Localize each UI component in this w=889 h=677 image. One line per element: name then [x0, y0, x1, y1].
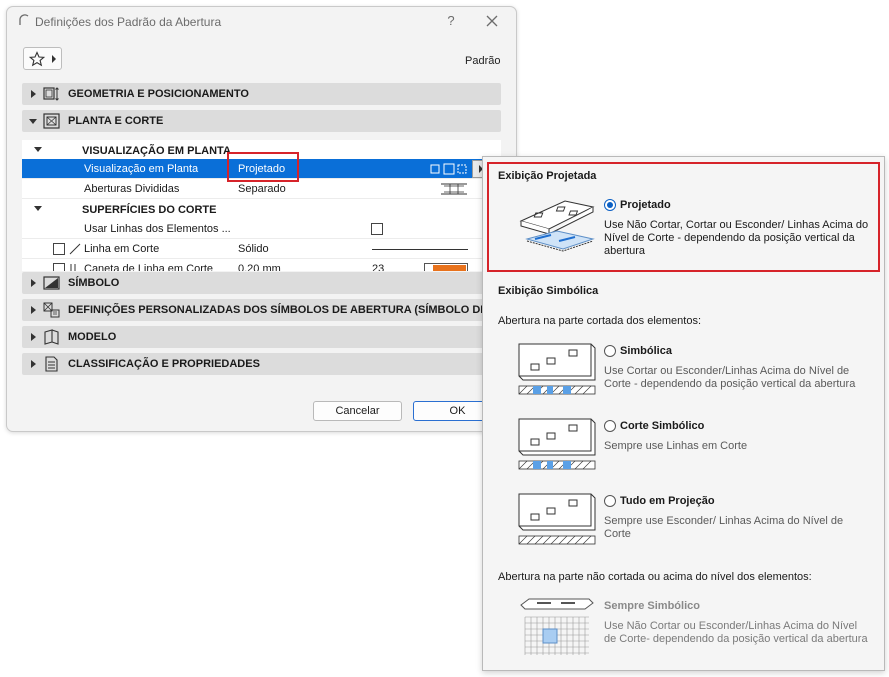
- chevron-right-icon: [31, 333, 36, 341]
- symbolic-thumbnail-icon: [518, 343, 596, 395]
- symbolic-description: Use Cortar ou Esconder/Linhas Acima do N…: [604, 365, 856, 390]
- row-value[interactable]: Separado: [238, 183, 286, 195]
- line-type-icon: [69, 243, 81, 255]
- symbolic-option-label: Simbólica: [620, 345, 672, 357]
- row-value[interactable]: 0,20 mm: [238, 263, 281, 271]
- star-icon: [29, 51, 45, 67]
- radio-symbolic[interactable]: [604, 345, 616, 357]
- row-divided-openings[interactable]: Aberturas Divididas Separado: [22, 179, 492, 199]
- section-label: MODELO: [68, 331, 117, 343]
- symbol-icon: [43, 276, 60, 290]
- section-symbol[interactable]: SÍMBOLO: [22, 272, 501, 294]
- chevron-down-icon: [34, 147, 42, 152]
- radio-all-projection[interactable]: [604, 495, 616, 507]
- row-cut-line-pen[interactable]: Caneta de Linha em Corte 0,20 mm 23: [22, 259, 492, 271]
- plan-icon: [43, 113, 60, 129]
- chevron-right-icon: [31, 360, 36, 368]
- section-label: SÍMBOLO: [68, 277, 120, 289]
- all-projection-description: Sempre use Esconder/ Linhas Acima do Nív…: [604, 515, 844, 540]
- dialog-title: Definições dos Padrão da Abertura: [35, 15, 222, 29]
- radio-symbolic-cut[interactable]: [604, 420, 616, 432]
- favorites-button[interactable]: [23, 47, 62, 70]
- use-element-lines-checkbox[interactable]: [371, 223, 383, 235]
- all-projection-thumbnail-icon: [518, 493, 596, 545]
- display-options-popup: Exibição Projetada Projetado Use Não Cor…: [482, 156, 885, 671]
- projected-highlight-box: [487, 162, 880, 272]
- row-key: Caneta de Linha em Corte: [84, 263, 214, 271]
- chevron-down-icon: [34, 206, 42, 211]
- projected-display-icon: [430, 163, 467, 175]
- model-icon: [44, 329, 59, 345]
- chevron-right-icon: [31, 90, 36, 98]
- highlight-box: [227, 152, 299, 182]
- group-cut-surfaces[interactable]: SUPERFÍCIES DO CORTE: [22, 199, 492, 219]
- always-symbolic-label: Sempre Simbólico: [604, 600, 700, 612]
- cut-part-label: Abertura na parte cortada dos elementos:: [498, 315, 702, 327]
- uncut-part-label: Abertura na parte não cortada ou acima d…: [498, 571, 812, 583]
- row-use-element-lines[interactable]: Usar Linhas dos Elementos ...: [22, 219, 492, 239]
- chevron-right-icon: [52, 55, 56, 63]
- door-opening-icon: [19, 14, 29, 25]
- group-label: VISUALIZAÇÃO EM PLANTA: [82, 145, 231, 157]
- section-label: PLANTA E CORTE: [68, 115, 164, 127]
- cancel-button[interactable]: Cancelar: [313, 401, 402, 421]
- cut-line-pen-checkbox[interactable]: [53, 263, 65, 271]
- chevron-right-icon: [31, 306, 36, 314]
- section-geometry[interactable]: GEOMETRIA E POSICIONAMENTO: [22, 83, 501, 105]
- help-button[interactable]: ?: [444, 13, 458, 29]
- always-symbolic-description: Use Não Cortar ou Esconder/Linhas Acima …: [604, 620, 868, 645]
- row-key: Usar Linhas dos Elementos ...: [84, 223, 231, 235]
- cut-line-checkbox[interactable]: [53, 243, 65, 255]
- row-key: Aberturas Divididas: [84, 183, 180, 195]
- custom-settings-icon: [43, 302, 60, 318]
- section-label: GEOMETRIA E POSICIONAMENTO: [68, 88, 249, 100]
- pen-color-swatch[interactable]: [424, 263, 468, 271]
- row-cut-line[interactable]: Linha em Corte Sólido: [22, 239, 492, 259]
- always-symbolic-thumbnail-icon: [520, 598, 594, 655]
- section-plan-and-section[interactable]: PLANTA E CORTE: [22, 110, 501, 132]
- section-model[interactable]: MODELO: [22, 326, 501, 348]
- pen-color-fill: [433, 265, 466, 271]
- divided-openings-icon: [441, 183, 467, 195]
- row-key: Linha em Corte: [84, 243, 160, 255]
- chevron-right-icon: [31, 279, 36, 287]
- solid-line-preview: [372, 249, 468, 250]
- symbolic-cut-thumbnail-icon: [518, 418, 596, 470]
- section-classification[interactable]: CLASSIFICAÇÃO E PROPRIEDADES: [22, 353, 501, 375]
- settings-dialog: Definições dos Padrão da Abertura ? Padr…: [6, 6, 517, 432]
- section-custom-symbols[interactable]: DEFINIÇÕES PERSONALIZADAS DOS SÍMBOLOS D…: [22, 299, 507, 321]
- group-label: SUPERFÍCIES DO CORTE: [82, 204, 217, 216]
- row-key: Visualização em Planta: [84, 163, 199, 175]
- symbolic-cut-description: Sempre use Linhas em Corte: [604, 440, 748, 452]
- row-value[interactable]: Sólido: [238, 243, 269, 255]
- favorites-label: Padrão: [465, 55, 501, 67]
- chevron-down-icon: [29, 119, 37, 124]
- pen-icon: [70, 264, 76, 271]
- close-icon[interactable]: [484, 13, 500, 29]
- section-label: CLASSIFICAÇÃO E PROPRIEDADES: [68, 358, 260, 370]
- pen-number: 23: [372, 263, 385, 271]
- section-label: DEFINIÇÕES PERSONALIZADAS DOS SÍMBOLOS D…: [68, 304, 508, 316]
- all-projection-option-label: Tudo em Projeção: [620, 495, 715, 507]
- geometry-icon: [43, 87, 59, 101]
- document-icon: [45, 356, 58, 372]
- symbolic-section-title: Exibição Simbólica: [498, 285, 599, 297]
- symbolic-cut-option-label: Corte Simbólico: [620, 420, 705, 432]
